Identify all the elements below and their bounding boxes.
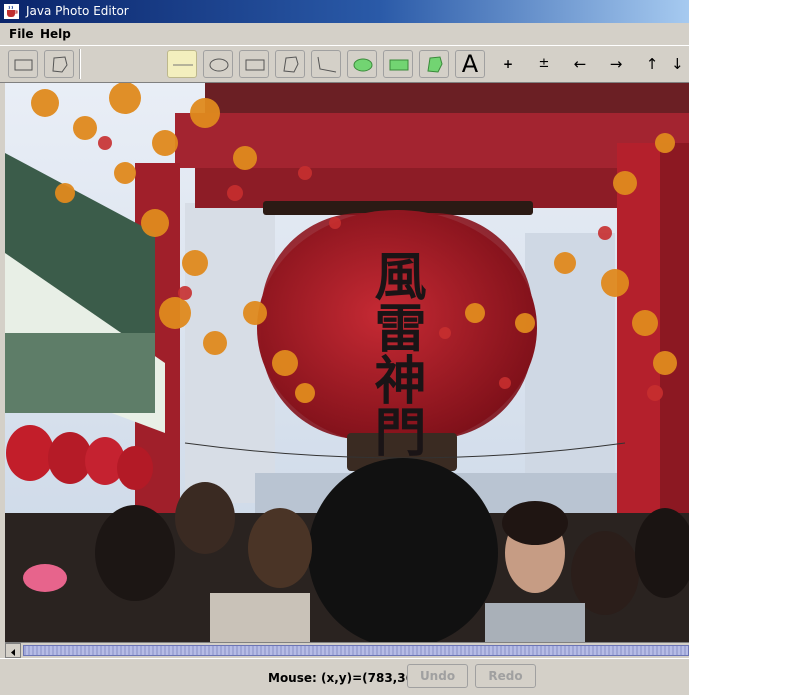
plus-icon: +: [502, 57, 514, 71]
toolbar-separator: [79, 49, 81, 79]
line-icon: [173, 64, 193, 66]
text-tool-button[interactable]: A: [455, 50, 485, 78]
arrow-right-icon: →: [609, 55, 623, 73]
menu-file[interactable]: File: [9, 27, 34, 41]
app-window: Java Photo Editor File Help A + ± ← → ↑ …: [0, 0, 689, 695]
filled-oval-tool-button[interactable]: [347, 50, 377, 78]
text-tool-glyph: A: [461, 50, 479, 78]
photo-canvas[interactable]: 風雷神門: [5, 83, 689, 642]
mouse-position-label: Mouse: (x,y)=(783,366): [268, 671, 428, 685]
polyline-tool-button[interactable]: [311, 50, 341, 78]
zoom-reset-button[interactable]: ±: [529, 50, 559, 78]
menu-help[interactable]: Help: [40, 27, 71, 41]
filled-polygon-tool-button[interactable]: [419, 50, 449, 78]
toolbar: A + ± ← → ↑ ↓: [0, 45, 689, 83]
java-cup-icon: [4, 4, 19, 19]
kaminarimon-photo: 風雷神門: [5, 83, 689, 642]
horizontal-scrollbar[interactable]: [5, 642, 689, 658]
polygon-outline-icon: [283, 56, 299, 73]
undo-button[interactable]: Undo: [407, 664, 468, 688]
menu-bar: File Help: [0, 23, 689, 45]
arrow-up-icon: ↑: [645, 55, 659, 73]
rectangle-select-icon: [14, 59, 33, 71]
title-bar[interactable]: Java Photo Editor: [0, 0, 689, 23]
freeform-select-button[interactable]: [44, 50, 74, 78]
freeform-select-icon: [52, 56, 68, 73]
zoom-in-button[interactable]: +: [493, 50, 523, 78]
plus-minus-icon: ±: [538, 56, 550, 71]
filled-oval-icon: [353, 58, 373, 72]
move-up-button[interactable]: ↑: [637, 50, 667, 78]
lantern-calligraphy: 風雷神門: [365, 249, 426, 457]
line-tool-button[interactable]: [167, 50, 197, 78]
move-right-button[interactable]: →: [601, 50, 631, 78]
rectangle-outline-icon: [245, 59, 265, 71]
filled-rectangle-icon: [389, 59, 409, 71]
arrow-left-icon: ←: [573, 55, 587, 73]
scrollbar-thumb[interactable]: [23, 645, 689, 656]
move-left-button[interactable]: ←: [565, 50, 595, 78]
move-down-button[interactable]: ↓: [671, 50, 689, 78]
polygon-tool-button[interactable]: [275, 50, 305, 78]
filled-polygon-icon: [427, 56, 443, 73]
rect-select-button[interactable]: [8, 50, 38, 78]
oval-outline-icon: [209, 58, 229, 72]
polyline-icon: [317, 56, 337, 73]
arrow-down-icon: ↓: [671, 55, 684, 73]
rect-tool-button[interactable]: [239, 50, 269, 78]
oval-tool-button[interactable]: [203, 50, 233, 78]
status-bar: Mouse: (x,y)=(783,366) Undo Redo: [0, 658, 689, 695]
filled-rect-tool-button[interactable]: [383, 50, 413, 78]
window-title: Java Photo Editor: [26, 4, 129, 18]
redo-button[interactable]: Redo: [475, 664, 536, 688]
scroll-left-button[interactable]: [5, 643, 21, 658]
